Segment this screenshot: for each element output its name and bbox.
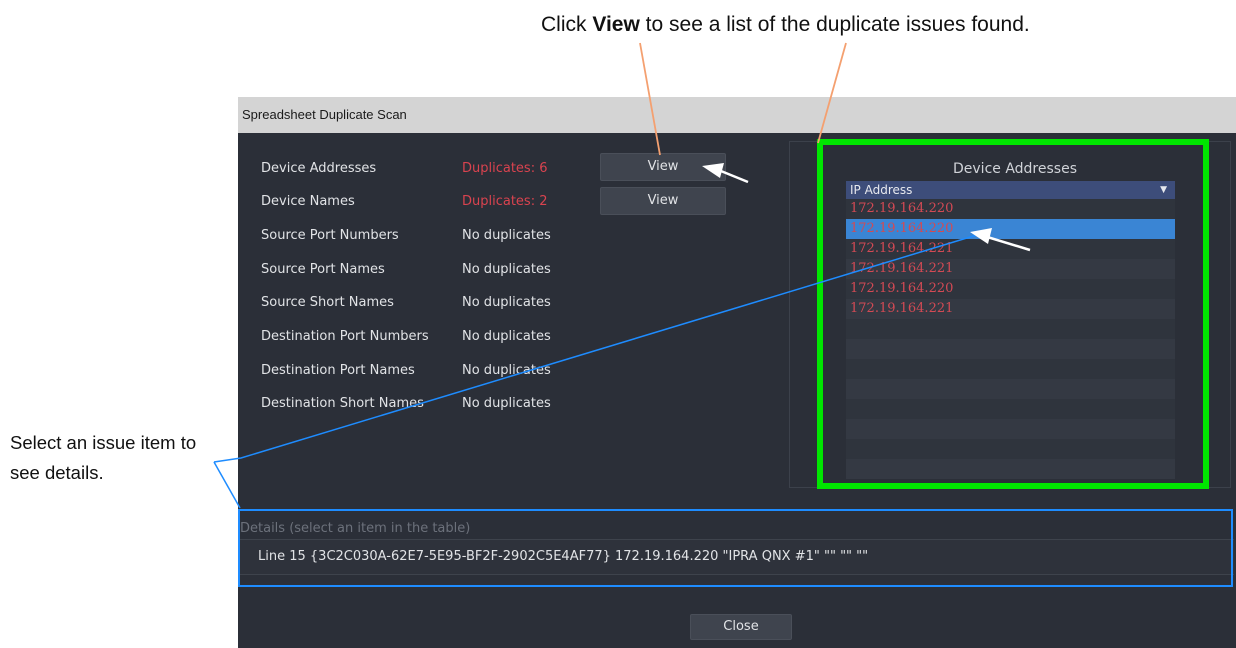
callout-line [639, 42, 661, 156]
callout-line [213, 230, 991, 463]
callout-line [213, 461, 241, 509]
cursor-arrow-icon [970, 228, 1031, 252]
callout-line [817, 42, 847, 144]
cursor-arrow-icon [702, 163, 749, 184]
callout-overlay [213, 42, 1031, 509]
